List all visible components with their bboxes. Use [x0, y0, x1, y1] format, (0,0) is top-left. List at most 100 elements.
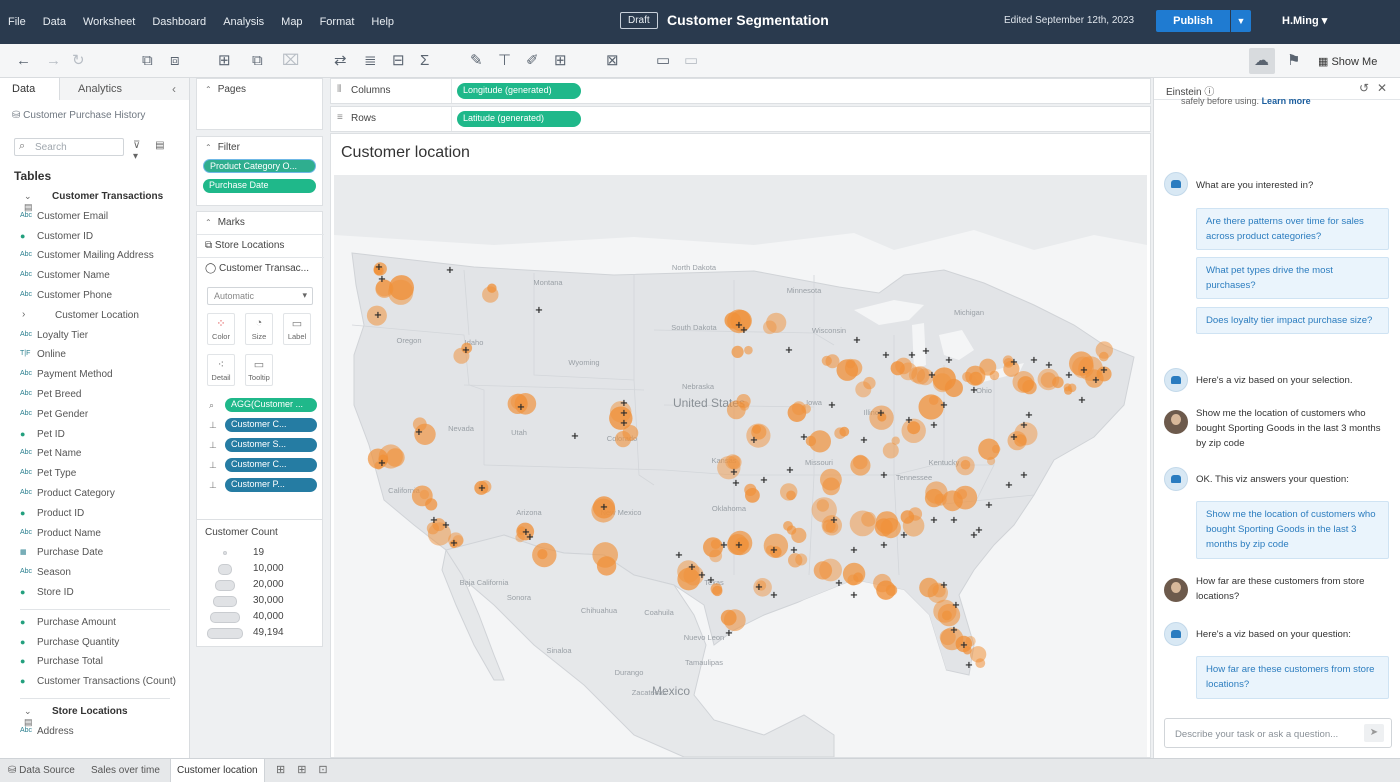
field-item[interactable]: ● Store ID — [0, 584, 189, 604]
einstein-icon[interactable]: ☁ — [1254, 52, 1269, 70]
store-location-marker[interactable]: + — [960, 640, 968, 651]
customer-count-circle[interactable] — [1037, 368, 1060, 391]
publish-button[interactable]: Publish — [1156, 10, 1230, 32]
store-location-marker[interactable]: + — [940, 400, 948, 411]
store-location-marker[interactable]: + — [707, 575, 715, 586]
customer-count-circle[interactable] — [1064, 386, 1073, 395]
field-item[interactable]: Abc Product Category — [0, 485, 189, 505]
table-group-store-locations[interactable]: ⌄ ▤ Store Locations — [0, 703, 189, 727]
store-location-marker[interactable]: + — [952, 600, 960, 611]
store-location-marker[interactable]: + — [880, 540, 888, 551]
store-location-marker[interactable]: + — [800, 432, 808, 443]
customer-count-circle[interactable] — [956, 489, 968, 500]
menu-format[interactable]: Format — [320, 16, 355, 28]
latitude-pill[interactable]: Latitude (generated) — [457, 111, 581, 127]
marks-field-pill[interactable]: Customer C... — [225, 418, 317, 432]
store-location-marker[interactable]: + — [620, 418, 628, 429]
store-location-marker[interactable]: + — [930, 420, 938, 431]
store-location-marker[interactable]: + — [1092, 375, 1100, 386]
marks-layer-customer-transactions[interactable]: ◯ Customer Transac... — [197, 257, 324, 279]
labels-icon[interactable]: ⊤ — [498, 52, 511, 70]
store-location-marker[interactable]: + — [908, 350, 916, 361]
store-location-marker[interactable]: + — [415, 427, 423, 438]
customer-count-circle[interactable] — [908, 366, 926, 383]
customer-count-circle[interactable] — [388, 279, 414, 305]
new-sheet-icons[interactable]: ⊞⊞⊡ — [276, 763, 340, 776]
store-location-marker[interactable]: + — [950, 515, 958, 526]
customer-count-circle[interactable] — [1095, 341, 1113, 359]
annotate-icon[interactable]: ✐ — [526, 52, 539, 70]
store-location-marker[interactable]: + — [1005, 480, 1013, 491]
menu-worksheet[interactable]: Worksheet — [83, 16, 135, 28]
store-location-marker[interactable]: + — [1010, 432, 1018, 443]
store-location-marker[interactable]: + — [755, 582, 763, 593]
filter-pill[interactable]: Purchase Date — [203, 179, 316, 193]
store-location-marker[interactable]: + — [830, 515, 838, 526]
customer-count-circle[interactable] — [925, 481, 948, 504]
menu-analysis[interactable]: Analysis — [223, 16, 264, 28]
store-location-marker[interactable]: + — [900, 530, 908, 541]
clear-sheet-icon[interactable]: ⌧ — [282, 52, 299, 70]
field-item[interactable]: ● Purchase Total — [0, 653, 189, 673]
store-location-marker[interactable]: + — [1045, 360, 1053, 371]
field-item[interactable]: Abc Pet Type — [0, 465, 189, 485]
field-item[interactable]: T|F Online — [0, 346, 189, 366]
store-location-marker[interactable]: + — [985, 500, 993, 511]
presentation-icon[interactable]: ▭ — [656, 52, 670, 70]
marks-field-pill[interactable]: Customer P... — [225, 478, 317, 492]
field-item[interactable]: Abc Payment Method — [0, 366, 189, 386]
store-location-marker[interactable]: + — [930, 515, 938, 526]
collapse-icon[interactable]: ⌃ — [205, 85, 212, 94]
field-item[interactable]: Abc Pet Name — [0, 445, 189, 465]
customer-count-circle[interactable] — [880, 517, 901, 539]
customer-count-circle[interactable] — [419, 489, 430, 500]
pages-card[interactable]: ⌃ Pages — [196, 78, 323, 130]
store-location-marker[interactable]: + — [378, 458, 386, 469]
customer-count-circle[interactable] — [816, 499, 829, 512]
totals-icon[interactable]: Σ — [420, 52, 429, 70]
store-location-marker[interactable]: + — [730, 467, 738, 478]
store-location-marker[interactable]: + — [1030, 355, 1038, 366]
columns-shelf[interactable]: ⦀ Columns Longitude (generated) — [330, 78, 1151, 104]
store-location-marker[interactable]: + — [1078, 395, 1086, 406]
store-location-marker[interactable]: + — [375, 262, 383, 273]
field-item[interactable]: ● Pet ID — [0, 426, 189, 446]
store-location-marker[interactable]: + — [478, 483, 486, 494]
customer-count-circle[interactable] — [731, 345, 744, 358]
store-location-marker[interactable]: + — [853, 335, 861, 346]
tab-analytics[interactable]: Analytics — [78, 83, 122, 95]
field-item[interactable]: › Customer Location — [0, 307, 189, 327]
customer-count-circle[interactable] — [1017, 376, 1034, 393]
store-location-marker[interactable]: + — [430, 515, 438, 526]
filters-card[interactable]: ⌃ Filter Product Category O... Purchase D… — [196, 136, 323, 206]
store-location-marker[interactable]: + — [785, 345, 793, 356]
tab-customer-location[interactable]: Customer location — [170, 759, 265, 782]
collapse-pane-icon[interactable]: ‹ — [172, 82, 176, 96]
store-location-marker[interactable]: + — [571, 431, 579, 442]
suggestion-button[interactable]: Does loyalty tier impact purchase size? — [1196, 307, 1389, 334]
store-location-marker[interactable]: + — [675, 550, 683, 561]
highlight-icon[interactable]: ✎ — [470, 52, 483, 70]
store-location-marker[interactable]: + — [850, 590, 858, 601]
customer-count-circle[interactable] — [813, 561, 833, 580]
table-group-customer-transactions[interactable]: ⌄ ▤ Customer Transactions — [0, 188, 189, 212]
field-item[interactable]: ● Product ID — [0, 505, 189, 525]
store-location-marker[interactable]: + — [1100, 365, 1108, 376]
field-item[interactable]: Abc Customer Phone — [0, 287, 189, 307]
show-me-button[interactable]: ▦ Show Me — [1318, 55, 1377, 68]
viz-answer-card[interactable]: How far are these customers from store l… — [1196, 656, 1389, 699]
field-item[interactable]: ● Customer ID — [0, 228, 189, 248]
collapse-icon[interactable]: ⌃ — [205, 143, 212, 152]
customer-count-circle[interactable] — [942, 610, 952, 621]
field-item[interactable]: ● Purchase Amount — [0, 614, 189, 634]
field-item[interactable]: Abc Customer Email — [0, 208, 189, 228]
share-icon[interactable]: ▭ — [684, 52, 698, 70]
longitude-pill[interactable]: Longitude (generated) — [457, 83, 581, 99]
customer-count-circle[interactable] — [834, 427, 846, 439]
format-icon[interactable]: ⚑ — [1287, 52, 1300, 70]
store-location-marker[interactable]: + — [735, 540, 743, 551]
customer-count-circle[interactable] — [821, 355, 832, 366]
customer-count-circle[interactable] — [482, 286, 499, 303]
store-location-marker[interactable]: + — [374, 310, 382, 321]
store-location-marker[interactable]: + — [1020, 420, 1028, 431]
